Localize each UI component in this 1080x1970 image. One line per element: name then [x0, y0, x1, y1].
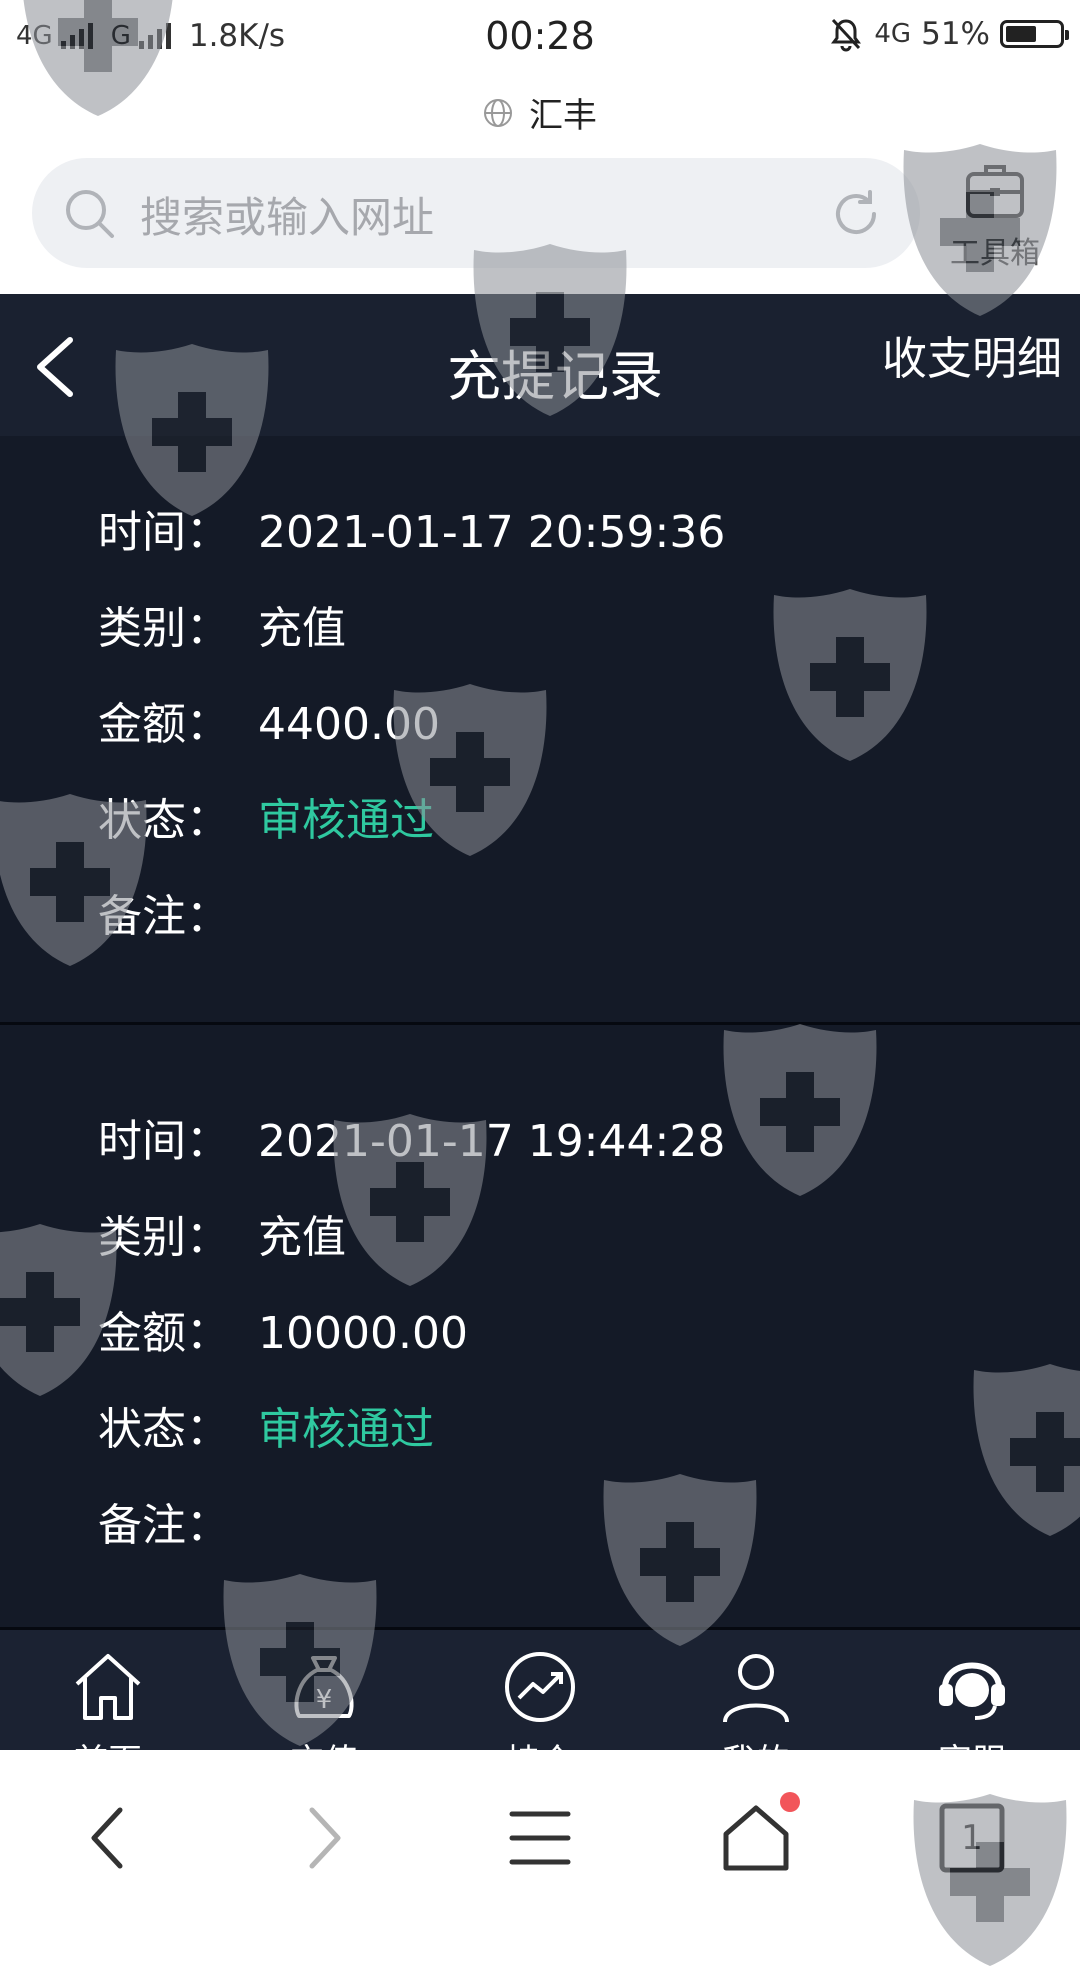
search-icon: [66, 190, 114, 238]
battery-icon: [1000, 20, 1069, 48]
address-bar[interactable]: 搜索或输入网址: [32, 158, 920, 268]
browser-home-button[interactable]: [716, 1792, 800, 1878]
app-tab-bar: 首页 ¥ 充值 持仓 我的: [0, 1630, 1080, 1750]
type-label: 类别：: [98, 603, 230, 654]
tab-label: 持仓: [480, 1734, 600, 1750]
record-amount: 10000.00: [258, 1308, 468, 1359]
time-label: 时间：: [98, 507, 230, 558]
record-remark-row: 备注：: [98, 880, 258, 942]
status-label: 状态：: [98, 795, 230, 846]
app-header: 充提记录 收支明细: [0, 294, 1080, 436]
menu-icon: [509, 1811, 571, 1865]
tab-positions[interactable]: 持仓: [480, 1648, 600, 1750]
site-title-row: 汇丰: [0, 88, 1080, 137]
remark-label: 备注：: [98, 1500, 230, 1551]
home-icon: [75, 1654, 141, 1720]
record-time: 2021-01-17 20:59:36: [258, 507, 726, 558]
headset-icon: [939, 1662, 1005, 1720]
income-expense-detail-link[interactable]: 收支明细: [882, 322, 1062, 387]
browser-forward-button[interactable]: [284, 1798, 364, 1878]
record-type-row: 类别： 充值: [98, 592, 346, 654]
tab-home[interactable]: 首页: [48, 1648, 168, 1750]
status-label: 状态：: [98, 1404, 230, 1455]
globe-icon: [484, 98, 512, 127]
record-type: 充值: [258, 1212, 346, 1263]
record-status-row: 状态： 审核通过: [98, 1393, 434, 1455]
toolbox-icon: [966, 165, 1024, 218]
tab-deposit[interactable]: ¥ 充值: [264, 1648, 384, 1750]
remark-label: 备注：: [98, 891, 230, 942]
tab-mine[interactable]: 我的: [696, 1648, 816, 1750]
notification-dot: [780, 1792, 800, 1812]
tab-label: 首页: [48, 1734, 168, 1750]
back-arrow-icon: [91, 1807, 123, 1869]
status-bar-right: 4G 51%: [828, 16, 1069, 52]
tab-count: 1: [961, 1818, 983, 1858]
forward-arrow-icon: [309, 1807, 341, 1869]
network-type-lte: 4G: [874, 19, 912, 49]
record-type-row: 类别： 充值: [98, 1201, 346, 1263]
record-amount: 4400.00: [258, 699, 440, 750]
browser-navigation-bar: 1: [0, 1750, 1080, 1920]
bell-muted-icon: [831, 18, 862, 52]
svg-text:¥: ¥: [316, 1685, 333, 1715]
record-time-row: 时间： 2021-01-17 20:59:36: [98, 496, 726, 558]
tab-label: 我的: [696, 1734, 816, 1750]
user-icon: [723, 1654, 789, 1723]
record-status: 审核通过: [258, 795, 434, 846]
refresh-icon[interactable]: [828, 186, 884, 242]
address-bar-placeholder: 搜索或输入网址: [140, 193, 435, 242]
tab-label: 充值: [264, 1734, 384, 1750]
record-amount-row: 金额： 10000.00: [98, 1297, 468, 1359]
record-time-row: 时间： 2021-01-17 19:44:28: [98, 1105, 726, 1167]
record-status: 审核通过: [258, 1404, 434, 1455]
battery-percent: 51%: [921, 16, 990, 52]
amount-label: 金额：: [98, 1308, 230, 1359]
record-time: 2021-01-17 19:44:28: [258, 1116, 726, 1167]
site-title: 汇丰: [529, 96, 597, 136]
record-type: 充值: [258, 603, 346, 654]
app-content: 充提记录 收支明细 时间： 2021-01-17 20:59:36 类别： 充值 金…: [0, 294, 1080, 1750]
browser-tabs-button[interactable]: 1: [932, 1798, 1012, 1878]
tab-customer-service[interactable]: 客服: [912, 1648, 1032, 1750]
status-bar: 4G G 1.8K/s 00:28 4G 51%: [0, 0, 1080, 78]
tab-label: 客服: [912, 1734, 1032, 1750]
record-remark-row: 备注：: [98, 1489, 258, 1551]
trend-chart-icon: [505, 1652, 575, 1722]
record-card: 时间： 2021-01-17 19:44:28 类别： 充值 金额： 10000.00…: [0, 1025, 1080, 1630]
toolbox-button[interactable]: 工具箱: [940, 158, 1050, 272]
toolbox-label: 工具箱: [950, 236, 1040, 271]
record-amount-row: 金额： 4400.00: [98, 688, 440, 750]
record-status-row: 状态： 审核通过: [98, 784, 434, 846]
type-label: 类别：: [98, 1212, 230, 1263]
amount-label: 金额：: [98, 699, 230, 750]
time-label: 时间：: [98, 1116, 230, 1167]
browser-back-button[interactable]: [68, 1798, 148, 1878]
browser-menu-button[interactable]: [500, 1798, 580, 1878]
money-bag-icon: ¥: [294, 1656, 354, 1718]
